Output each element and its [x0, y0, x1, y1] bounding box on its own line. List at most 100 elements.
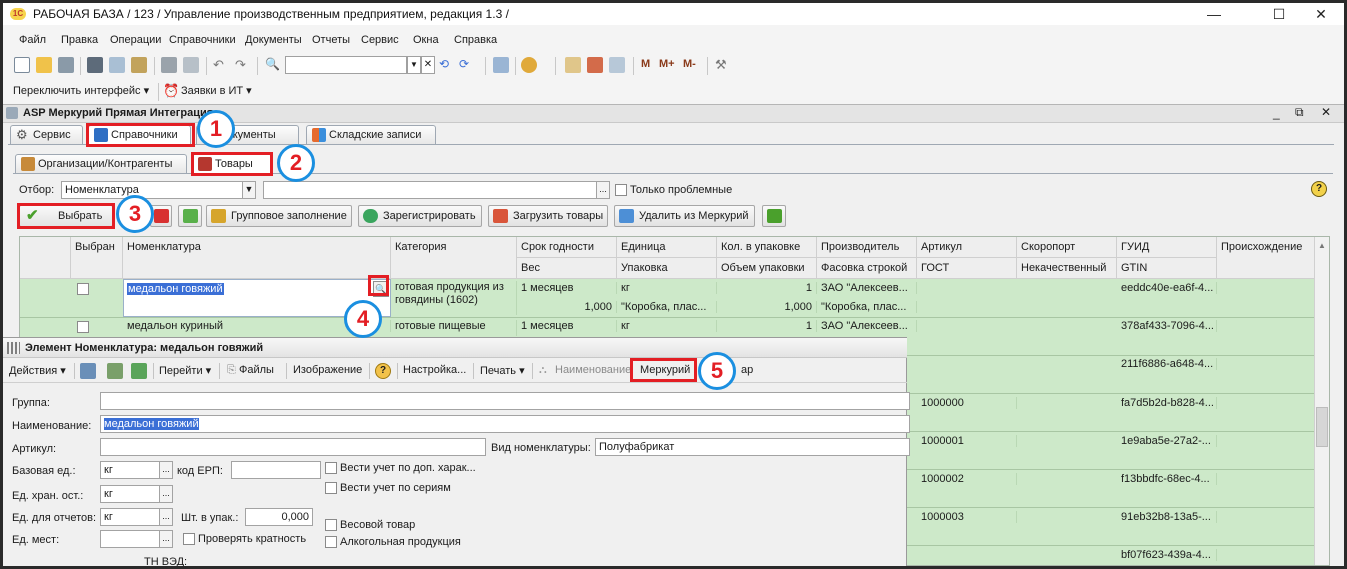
find-prev-icon[interactable]: ⟳: [459, 57, 475, 73]
image-button[interactable]: Изображение: [293, 364, 362, 376]
undo-icon[interactable]: ↶: [213, 57, 229, 73]
search-icon[interactable]: 🔍: [265, 57, 281, 73]
erp-code-field[interactable]: [231, 461, 321, 479]
window-minimize-button[interactable]: _: [1273, 106, 1280, 120]
naming-button[interactable]: Наименование: [555, 364, 631, 376]
actions-menu[interactable]: Действия ▾: [9, 364, 66, 377]
table-header-selected[interactable]: Выбран: [71, 237, 123, 279]
upload-button[interactable]: [762, 205, 786, 227]
table-header-weight[interactable]: Вес: [517, 258, 617, 279]
open-icon[interactable]: [36, 57, 52, 73]
table-scrollbar[interactable]: ▲: [1314, 237, 1329, 565]
menu-service[interactable]: Сервис: [361, 34, 399, 46]
alcohol-checkbox[interactable]: [325, 536, 337, 548]
print-menu[interactable]: Печать ▾: [480, 364, 525, 377]
table-header-article[interactable]: Артикул: [917, 237, 1017, 258]
close-button[interactable]: ✕: [1298, 3, 1344, 25]
table-header-category[interactable]: Категория: [391, 237, 517, 279]
series-checkbox[interactable]: [325, 482, 337, 494]
storage-unit-select-button[interactable]: ...: [159, 485, 173, 503]
it-requests-button[interactable]: Заявки в ИТ ▾: [181, 84, 252, 97]
table-header-pack-volume[interactable]: Объем упаковки: [717, 258, 817, 279]
preview-icon[interactable]: [183, 57, 199, 73]
copy-icon[interactable]: [109, 57, 125, 73]
base-unit-select-button[interactable]: ...: [159, 461, 173, 479]
redo-icon[interactable]: ↷: [235, 57, 251, 73]
refresh-icon[interactable]: [131, 363, 147, 379]
paste-icon[interactable]: [131, 57, 147, 73]
menu-reports[interactable]: Отчеты: [312, 34, 350, 46]
table-header-package[interactable]: Упаковка: [617, 258, 717, 279]
table-header-pack-qty[interactable]: Кол. в упаковке: [717, 237, 817, 258]
table-header-defective[interactable]: Некачественный: [1017, 258, 1117, 279]
table-header-guid[interactable]: ГУИД: [1117, 237, 1217, 258]
find-next-icon[interactable]: ⟲: [439, 57, 455, 73]
tab-catalogs[interactable]: Справочники: [88, 125, 191, 144]
report-unit-field[interactable]: кг: [100, 508, 160, 526]
storage-unit-field[interactable]: кг: [100, 485, 160, 503]
select-button[interactable]: ✔ Выбрать: [19, 205, 113, 227]
memory-m-button[interactable]: M: [641, 58, 650, 70]
name-field[interactable]: медальон говяжий: [100, 415, 910, 433]
menu-catalogs[interactable]: Справочники: [169, 34, 236, 46]
new-icon[interactable]: [14, 57, 30, 73]
help-icon[interactable]: ?: [1311, 181, 1327, 197]
scroll-up-icon[interactable]: ▲: [1318, 241, 1326, 250]
delete-mercury-button[interactable]: Удалить из Меркурий: [614, 205, 755, 227]
open-element-search-icon[interactable]: 🔍: [373, 281, 389, 297]
filter-dropdown-button[interactable]: ▼: [242, 181, 256, 199]
tab-warehouse[interactable]: Складские записи: [306, 125, 436, 144]
table-header-producer[interactable]: Производитель: [817, 237, 917, 258]
menu-documents[interactable]: Документы: [245, 34, 302, 46]
scroll-thumb[interactable]: [1316, 407, 1328, 447]
go-menu[interactable]: Перейти ▾: [159, 364, 211, 377]
memory-minus-button[interactable]: M-: [683, 58, 696, 70]
switch-interface-button[interactable]: Переключить интерфейс ▾: [13, 84, 149, 97]
tab-service[interactable]: ⚙ Сервис: [10, 125, 83, 144]
window-restore-button[interactable]: ⧉: [1295, 105, 1304, 120]
calculator-icon[interactable]: [565, 57, 581, 73]
kind-field[interactable]: Полуфабрикат: [595, 438, 910, 456]
save-icon[interactable]: [107, 363, 123, 379]
cut-icon[interactable]: [87, 57, 103, 73]
settings-button[interactable]: Настройка...: [403, 364, 466, 376]
maximize-button[interactable]: ☐: [1256, 3, 1302, 25]
table-header-shelf-life[interactable]: Срок годности: [517, 237, 617, 258]
group-field[interactable]: [100, 392, 910, 410]
windows-icon[interactable]: [493, 57, 509, 73]
save-icon[interactable]: [58, 57, 74, 73]
base-unit-field[interactable]: кг: [100, 461, 160, 479]
toolbar-search-input[interactable]: [285, 56, 407, 74]
menu-help[interactable]: Справка: [454, 34, 497, 46]
calendar-icon[interactable]: [587, 57, 603, 73]
menu-operations[interactable]: Операции: [110, 34, 161, 46]
info-icon[interactable]: [521, 57, 537, 73]
save-close-icon[interactable]: [80, 363, 96, 379]
table-header-packing-string[interactable]: Фасовка строкой: [817, 258, 917, 279]
minimize-button[interactable]: —: [1191, 3, 1237, 25]
only-problem-checkbox[interactable]: [615, 184, 627, 196]
tools-icon[interactable]: ⚒: [715, 57, 731, 73]
help-icon[interactable]: ?: [375, 363, 391, 379]
filter-value-input[interactable]: [263, 181, 597, 199]
row-select-checkbox[interactable]: [77, 283, 89, 295]
table-header-gost[interactable]: ГОСТ: [917, 258, 1017, 279]
article-field[interactable]: [100, 438, 486, 456]
pack-count-field[interactable]: 0,000: [245, 508, 313, 526]
report-unit-select-button[interactable]: ...: [159, 508, 173, 526]
menu-edit[interactable]: Правка: [61, 34, 98, 46]
filter-select[interactable]: Номенклатура: [61, 181, 243, 199]
files-button[interactable]: Файлы: [239, 364, 274, 376]
table-header-gtin[interactable]: GTIN: [1117, 258, 1217, 279]
weight-goods-checkbox[interactable]: [325, 519, 337, 531]
search-clear-button[interactable]: ✕: [421, 56, 435, 74]
group-fill-button[interactable]: Групповое заполнение: [206, 205, 352, 227]
load-goods-button[interactable]: Загрузить товары: [488, 205, 608, 227]
check-multiplicity-checkbox[interactable]: [183, 533, 195, 545]
menu-windows[interactable]: Окна: [413, 34, 439, 46]
menu-file[interactable]: Файл: [19, 34, 46, 46]
table-header-perishable[interactable]: Скоропорт: [1017, 237, 1117, 258]
mercury-button[interactable]: Меркурий: [640, 364, 690, 376]
print-icon[interactable]: [161, 57, 177, 73]
table-header-unit[interactable]: Единица: [617, 237, 717, 258]
